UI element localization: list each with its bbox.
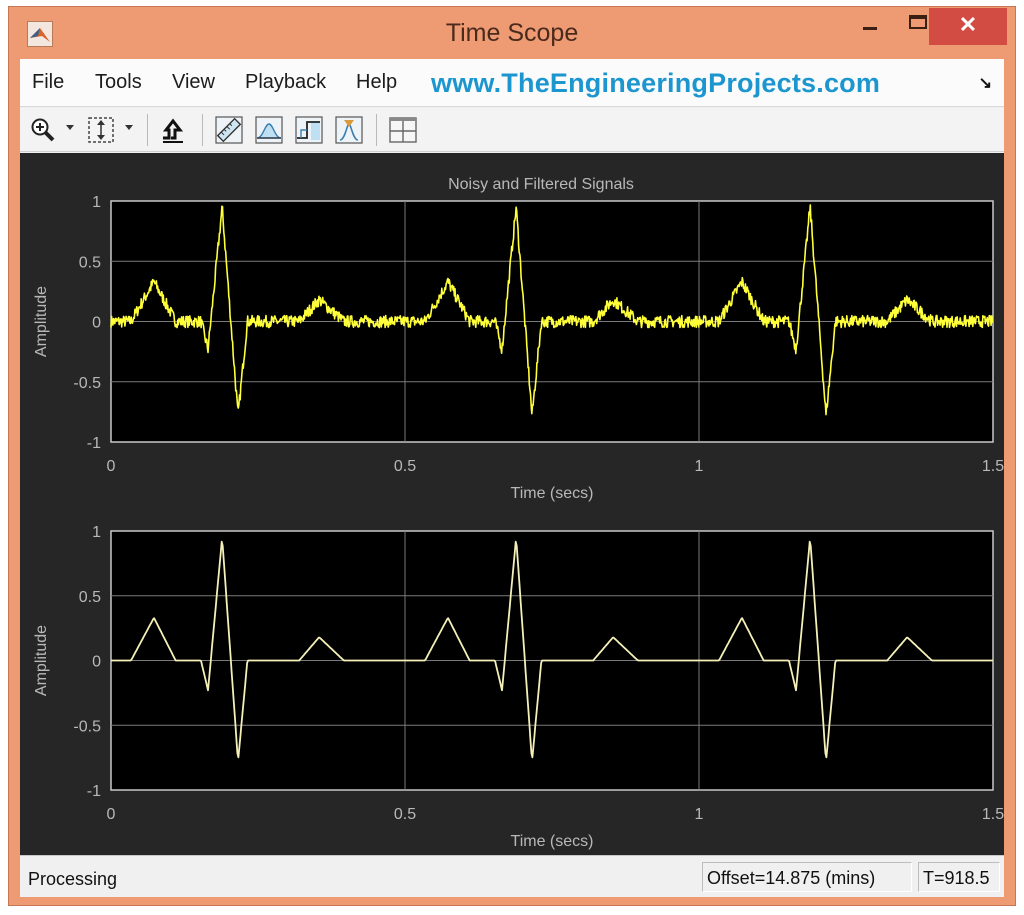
bell-curve-icon — [255, 116, 283, 144]
signal-statistics-button[interactable] — [252, 115, 286, 145]
toolbar-separator — [147, 114, 148, 146]
y-tick-label: 0.5 — [79, 254, 101, 271]
cursor-measurements-button[interactable] — [212, 115, 246, 145]
highlight-simulink-block-button[interactable] — [156, 115, 190, 145]
menu-playback[interactable]: Playback — [245, 71, 326, 94]
y-axis-label: Amplitude — [33, 286, 50, 357]
x-tick-label: 1 — [695, 806, 704, 823]
layout-button[interactable] — [386, 115, 420, 145]
x-tick-label: 1 — [695, 458, 704, 475]
minimize-button[interactable] — [847, 7, 893, 43]
minimize-icon — [863, 26, 877, 30]
title-bar[interactable]: Time Scope ✕ — [9, 7, 1015, 61]
y-tick-label: 0 — [92, 315, 101, 332]
peak-finder-icon — [335, 116, 363, 144]
x-axis-label: Time (secs) — [511, 833, 594, 850]
menu-tools[interactable]: Tools — [95, 71, 142, 94]
scale-axes-button[interactable] — [84, 115, 118, 145]
layout-grid-icon — [389, 117, 417, 143]
simulink-signal-icon — [162, 118, 184, 143]
noisy-signal-axes[interactable]: -1 -0.5 0 0.5 1 0 0.5 1 1.5 Time (secs) Amplitude — [33, 194, 1004, 502]
y-tick-label: 0.5 — [79, 589, 101, 606]
ruler-icon — [215, 116, 243, 144]
time-scope-window: Time Scope ✕ File Tools View Playback He… — [8, 6, 1016, 906]
y-tick-label: 1 — [92, 194, 101, 211]
offset-readout: Offset=14.875 (mins) — [702, 862, 912, 892]
peak-finder-button[interactable] — [332, 115, 366, 145]
y-tick-label: -1 — [87, 783, 101, 800]
menu-bar: File Tools View Playback Help www.TheEng… — [20, 59, 1004, 107]
toolbar-separator — [202, 114, 203, 146]
toolbar — [20, 108, 1004, 152]
scope-display: Noisy and Filtered Signals -1 -0.5 0 0.5 1 0 0… — [20, 153, 1004, 855]
watermark-text: www.TheEngineeringProjects.com — [431, 68, 881, 98]
y-tick-label: 1 — [92, 524, 101, 541]
client-area: File Tools View Playback Help www.TheEng… — [20, 59, 1004, 897]
maximize-icon — [909, 15, 927, 29]
x-tick-label: 0.5 — [394, 458, 416, 475]
time-readout: T=918.5 — [918, 862, 1000, 892]
filtered-signal-axes[interactable]: -1 -0.5 0 0.5 1 0 0.5 1 1.5 Time (secs) Amplitude — [33, 524, 1004, 850]
menu-view[interactable]: View — [172, 71, 215, 94]
undock-arrow-icon[interactable]: ↘ — [979, 73, 992, 93]
zoom-in-button[interactable] — [26, 115, 60, 145]
y-tick-label: 0 — [92, 654, 101, 671]
scale-axes-dropdown-icon[interactable] — [125, 125, 133, 130]
x-tick-label: 1.5 — [982, 458, 1004, 475]
y-tick-label: -0.5 — [73, 718, 101, 735]
x-tick-label: 1.5 — [982, 806, 1004, 823]
x-tick-label: 0 — [107, 806, 116, 823]
status-bar: Processing Offset=14.875 (mins) T=918.5 — [20, 855, 1004, 897]
scale-axes-icon — [88, 117, 114, 143]
y-tick-label: -1 — [87, 435, 101, 452]
x-tick-label: 0 — [107, 458, 116, 475]
close-icon: ✕ — [958, 11, 978, 37]
x-tick-label: 0.5 — [394, 806, 416, 823]
toolbar-separator — [376, 114, 377, 146]
menu-help[interactable]: Help — [356, 71, 397, 94]
y-axis-label: Amplitude — [33, 625, 50, 696]
x-axis-label: Time (secs) — [511, 485, 594, 502]
menu-file[interactable]: File — [32, 71, 64, 94]
zoom-in-icon — [31, 118, 55, 142]
zoom-dropdown-icon[interactable] — [66, 125, 74, 130]
plot-title: Noisy and Filtered Signals — [448, 176, 634, 193]
status-text: Processing — [28, 869, 118, 889]
scope-plots: Noisy and Filtered Signals -1 -0.5 0 0.5 1 0 0… — [33, 176, 1004, 850]
step-pulse-icon — [295, 116, 323, 144]
bilevel-measurements-button[interactable] — [292, 115, 326, 145]
close-button[interactable]: ✕ — [929, 8, 1007, 45]
y-tick-label: -0.5 — [73, 375, 101, 392]
